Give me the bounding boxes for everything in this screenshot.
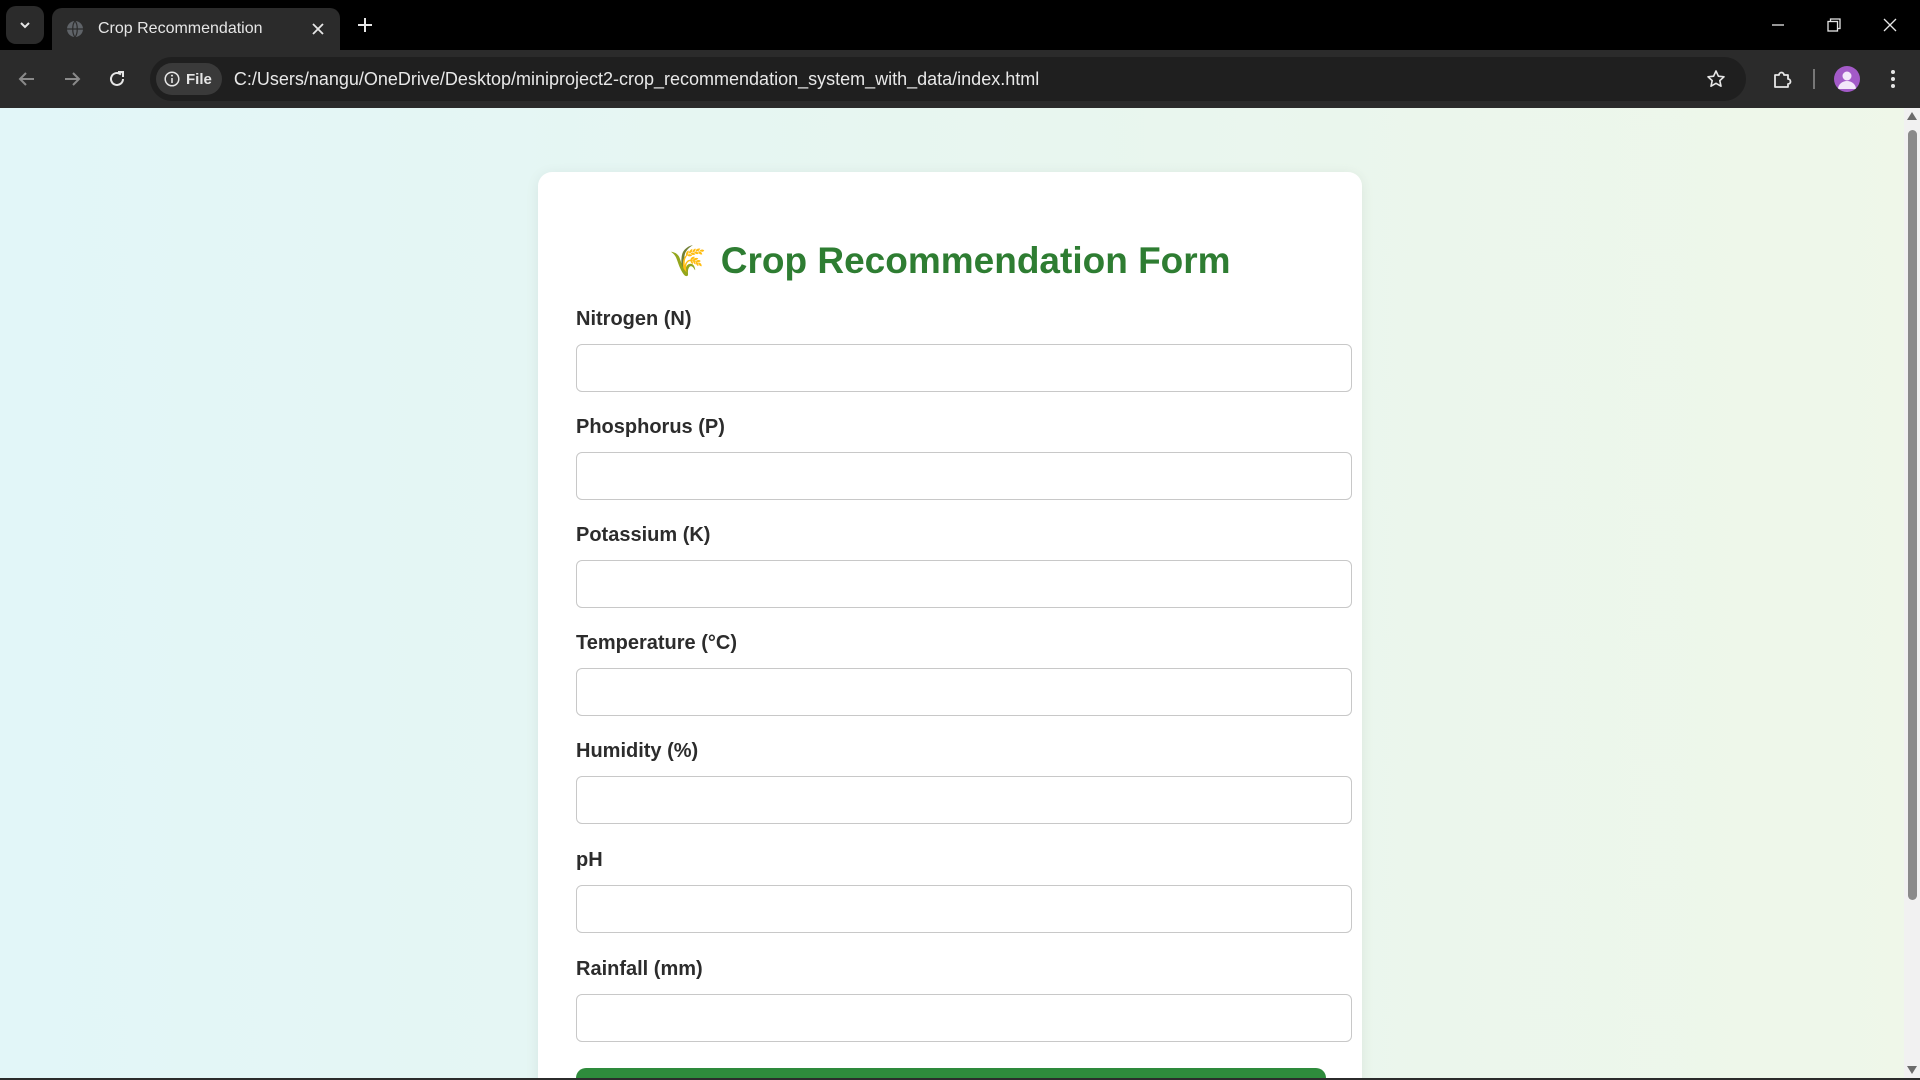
new-tab-button[interactable] [350,10,380,40]
toolbar-divider [1813,69,1815,89]
more-vert-icon [1891,70,1895,88]
plus-icon [358,18,372,32]
ph-label: pH [576,849,603,871]
page-viewport: 🌾 Crop Recommendation Form Nitrogen (N) … [0,108,1920,1078]
puzzle-icon [1774,71,1792,88]
minimize-button[interactable] [1750,0,1806,50]
reload-icon [110,71,124,86]
page-scrollbar[interactable] [1904,108,1920,1078]
triangle-up-icon [1907,112,1917,120]
avatar [1834,66,1860,92]
submit-button[interactable] [576,1068,1326,1078]
address-bar[interactable]: File C:/Users/nangu/OneDrive/Desktop/min… [150,57,1746,101]
tab-close-button[interactable] [304,15,332,43]
extensions-button[interactable] [1765,62,1799,96]
site-chip-label: File [186,70,212,88]
reload-button[interactable] [100,62,134,96]
phosphorus-label: Phosphorus (P) [576,416,725,438]
close-icon [312,23,324,35]
active-tab[interactable]: Crop Recommendation [52,8,340,50]
phosphorus-input[interactable] [576,452,1352,500]
temperature-label: Temperature (°C) [576,632,737,654]
form-card: 🌾 Crop Recommendation Form Nitrogen (N) … [538,172,1362,1078]
star-icon [1707,70,1725,87]
rainfall-input[interactable] [576,994,1352,1042]
scroll-down-arrow[interactable] [1907,1065,1917,1075]
rainfall-label: Rainfall (mm) [576,958,703,980]
close-window-button[interactable] [1862,0,1918,50]
tab-strip: Crop Recommendation [0,0,1920,50]
forward-button[interactable] [55,62,89,96]
tab-search-button[interactable] [6,6,44,44]
tab-title: Crop Recommendation [98,20,263,37]
restore-icon [1827,18,1841,32]
potassium-input[interactable] [576,560,1352,608]
globe-icon [67,20,83,38]
site-info-chip[interactable]: File [156,63,222,95]
close-icon [1883,18,1897,32]
chevron-down-icon [20,22,30,29]
humidity-label: Humidity (%) [576,740,699,762]
wheat-icon: 🌾 [669,244,707,278]
page-title-text: Crop Recommendation Form [720,240,1231,281]
ph-input[interactable] [576,885,1352,933]
triangle-down-icon [1907,1066,1917,1074]
temperature-input[interactable] [576,668,1352,716]
restore-button[interactable] [1806,0,1862,50]
browser-toolbar: File C:/Users/nangu/OneDrive/Desktop/min… [0,50,1920,108]
back-button[interactable] [10,62,44,96]
arrow-left-icon [18,72,34,86]
arrow-right-icon [65,72,81,86]
person-icon [1838,71,1856,89]
profile-button[interactable] [1830,62,1864,96]
bookmark-button[interactable] [1696,59,1736,99]
menu-button[interactable] [1876,62,1910,96]
scroll-up-arrow[interactable] [1907,111,1917,121]
minimize-icon [1772,24,1784,26]
url-text[interactable]: C:/Users/nangu/OneDrive/Desktop/miniproj… [234,69,1696,90]
nitrogen-label: Nitrogen (N) [576,308,692,330]
scrollbar-thumb[interactable] [1908,130,1917,900]
nitrogen-input[interactable] [576,344,1352,392]
humidity-input[interactable] [576,776,1352,824]
page-title: 🌾 Crop Recommendation Form [538,240,1362,282]
potassium-label: Potassium (K) [576,524,711,546]
info-icon [164,71,180,87]
